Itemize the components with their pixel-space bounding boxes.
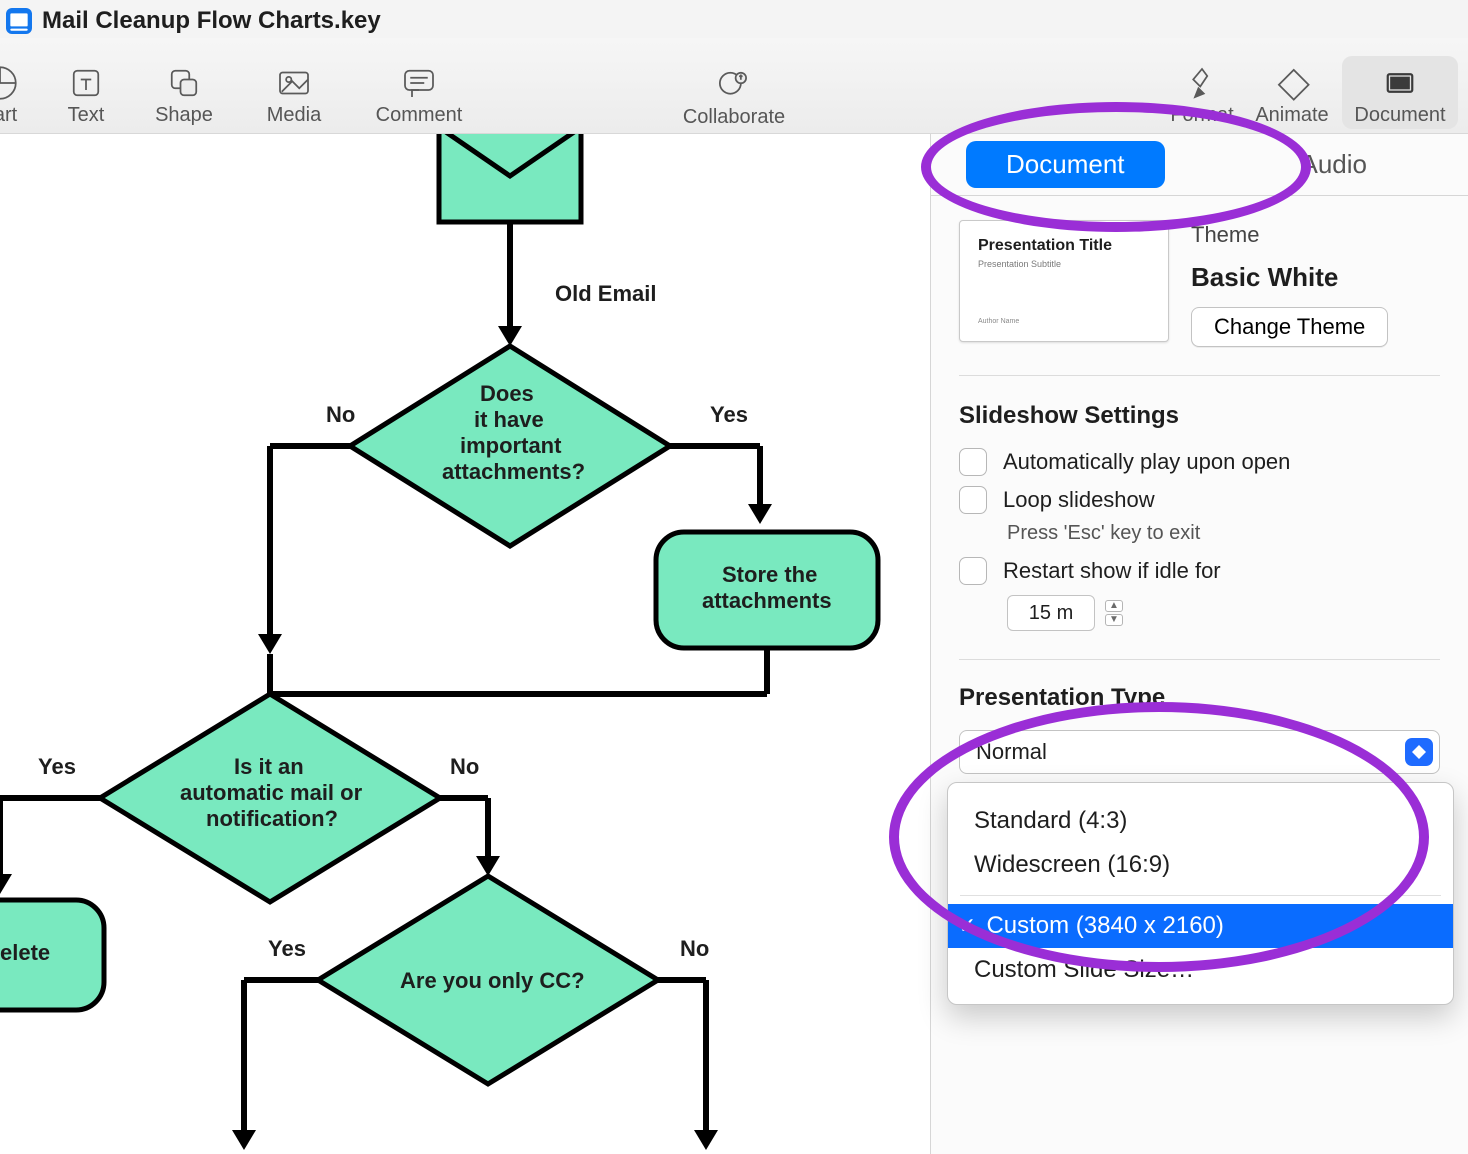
fc-store-l2: attachments: [702, 588, 832, 614]
toolbar-format-label: Format: [1170, 104, 1233, 127]
fc-store-l1: Store the: [722, 562, 817, 588]
fc-q2-l3: notification?: [206, 806, 338, 832]
fc-yes2: Yes: [38, 754, 76, 780]
fc-q1-l3: important: [460, 433, 561, 459]
fc-q2-l1: Is it an: [234, 754, 304, 780]
change-theme-button[interactable]: Change Theme: [1191, 307, 1388, 347]
toolbar-animate-label: Animate: [1255, 104, 1328, 127]
restart-idle-checkbox[interactable]: [959, 557, 987, 585]
fc-q2-l2: automatic mail or: [180, 780, 362, 806]
slide-size-standard[interactable]: Standard (4:3): [948, 799, 1453, 843]
toolbar-shape[interactable]: Shape: [144, 62, 224, 129]
toolbar-chart-label: hart: [0, 104, 17, 127]
idle-value-field[interactable]: 15 m: [1007, 595, 1095, 631]
slide-size-custom-dialog[interactable]: Custom Slide Size…: [948, 948, 1453, 992]
slide-size-custom-label: Custom (3840 x 2160): [986, 912, 1223, 940]
theme-label: Theme: [1191, 222, 1388, 248]
slide-size-widescreen[interactable]: Widescreen (16:9): [948, 843, 1453, 887]
fc-q1-l1: Does: [480, 381, 534, 407]
restart-idle-label: Restart show if idle for: [1003, 558, 1221, 584]
presentation-type-select[interactable]: Normal: [959, 730, 1440, 774]
fc-q1-l4: attachments?: [442, 459, 585, 485]
fc-q3: Are you only CC?: [400, 968, 585, 994]
toolbar-text[interactable]: Text: [58, 62, 114, 129]
slide-size-popup: Standard (4:3) Widescreen (16:9) ✓ Custo…: [947, 782, 1454, 1005]
fc-no2: No: [450, 754, 479, 780]
fc-no1: No: [326, 402, 355, 428]
check-icon: ✓: [958, 913, 976, 939]
theme-thumbnail[interactable]: Presentation Title Presentation Subtitle…: [959, 220, 1169, 342]
toolbar-collaborate[interactable]: Collaborate: [683, 64, 785, 129]
fc-no3: No: [680, 936, 709, 962]
toolbar: hart Text Shape Media Comment Collaborat…: [0, 38, 1468, 134]
toolbar-animate[interactable]: Animate: [1252, 62, 1332, 129]
window-titlebar: Mail Cleanup Flow Charts.key: [0, 0, 1468, 38]
toolbar-chart[interactable]: hart: [0, 62, 28, 129]
loop-checkbox[interactable]: [959, 486, 987, 514]
thumb-subtitle: Presentation Subtitle: [978, 259, 1150, 269]
toolbar-format[interactable]: Format: [1162, 62, 1242, 129]
auto-play-label: Automatically play upon open: [1003, 449, 1290, 475]
fc-q1-l2: it have: [474, 407, 544, 433]
chevron-updown-icon: [1405, 738, 1433, 766]
inspector-tab-document-btn[interactable]: Document: [966, 141, 1165, 188]
toolbar-document[interactable]: Document: [1342, 56, 1458, 129]
toolbar-text-label: Text: [68, 104, 105, 127]
toolbar-comment[interactable]: Comment: [364, 62, 474, 129]
app-icon: [6, 8, 32, 34]
inspector-tab-audio[interactable]: Audio: [1200, 134, 1468, 195]
inspector-panel: Document Audio Presentation Title Presen…: [930, 134, 1468, 1154]
toolbar-document-label: Document: [1354, 104, 1445, 127]
toolbar-collaborate-label: Collaborate: [683, 106, 785, 129]
loop-note: Press 'Esc' key to exit: [1007, 522, 1440, 545]
toolbar-media[interactable]: Media: [254, 62, 334, 129]
slide-canvas[interactable]: Old Email Does it have important attachm…: [0, 134, 930, 1154]
auto-play-checkbox[interactable]: [959, 448, 987, 476]
fc-delete: elete: [0, 940, 50, 966]
theme-section: Presentation Title Presentation Subtitle…: [959, 220, 1440, 376]
fc-old-email: Old Email: [555, 281, 656, 307]
thumb-title: Presentation Title: [978, 237, 1150, 255]
fc-yes1: Yes: [710, 402, 748, 428]
idle-stepper[interactable]: ▲▼: [1105, 595, 1127, 631]
theme-name: Basic White: [1191, 262, 1388, 293]
loop-label: Loop slideshow: [1003, 487, 1155, 513]
slideshow-settings-heading: Slideshow Settings: [959, 402, 1440, 430]
toolbar-media-label: Media: [267, 104, 321, 127]
inspector-tab-document[interactable]: Document: [931, 134, 1200, 195]
fc-yes3: Yes: [268, 936, 306, 962]
presentation-type-heading: Presentation Type: [959, 684, 1440, 712]
inspector-tabs: Document Audio: [931, 134, 1468, 196]
presentation-type-value: Normal: [976, 739, 1047, 765]
thumb-footer: Author Name: [978, 318, 1150, 325]
toolbar-shape-label: Shape: [155, 104, 213, 127]
slide-size-custom-selected[interactable]: ✓ Custom (3840 x 2160): [948, 904, 1453, 948]
document-title: Mail Cleanup Flow Charts.key: [42, 7, 381, 35]
toolbar-comment-label: Comment: [376, 104, 463, 127]
